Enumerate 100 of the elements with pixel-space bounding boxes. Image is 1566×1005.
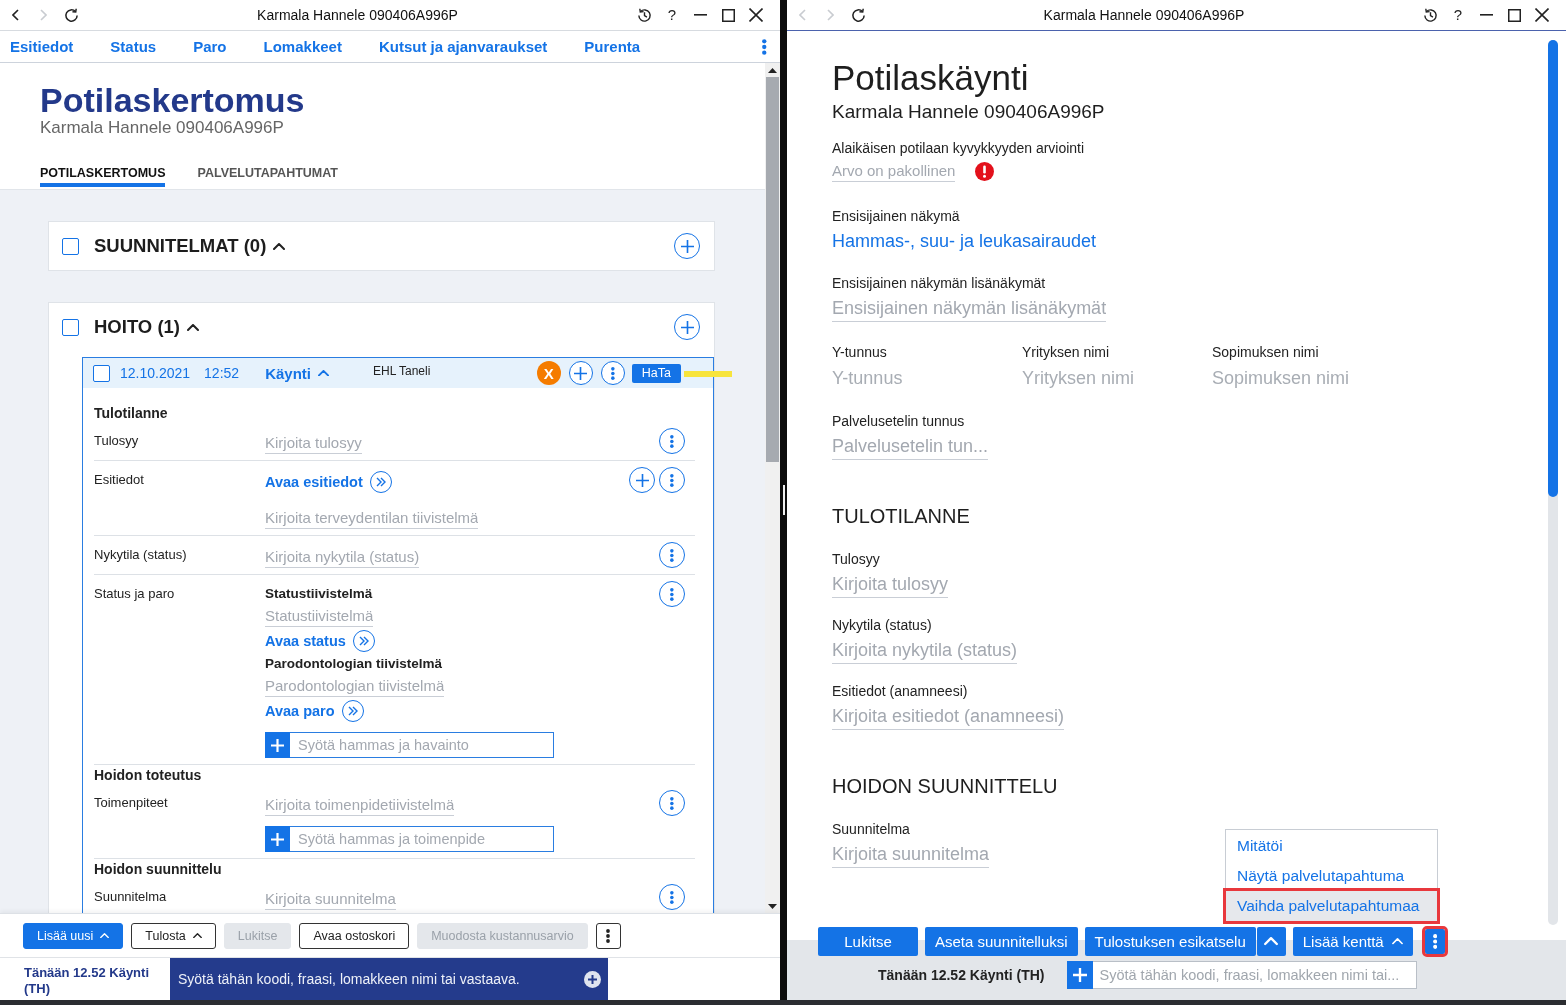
scroll-up-icon[interactable] xyxy=(768,68,777,73)
open-link[interactable]: Avaa esitiedot xyxy=(265,474,363,490)
text-field[interactable]: Palvelusetelin tun... xyxy=(832,434,989,460)
toolbar-button[interactable]: Tulostuksen esikatselu xyxy=(1084,927,1256,956)
back-icon[interactable] xyxy=(11,9,19,21)
add-button[interactable] xyxy=(674,314,700,340)
subheading: Statustiivistelmä xyxy=(265,585,373,602)
minimize-icon[interactable] xyxy=(1479,14,1493,16)
plus-icon xyxy=(1072,968,1087,982)
entry-field[interactable]: Syötä hammas ja toimenpide xyxy=(290,826,554,852)
nav-link[interactable]: Esitiedot xyxy=(10,38,74,55)
scrollbar-thumb[interactable] xyxy=(1548,40,1558,497)
add-button[interactable] xyxy=(265,826,290,852)
nav-link[interactable]: Paro xyxy=(193,38,227,55)
nav-link[interactable]: Lomakkeet xyxy=(263,38,342,55)
open-button[interactable] xyxy=(352,630,375,652)
text-field[interactable]: Statustiivistelmä xyxy=(265,605,374,627)
toolbar-button[interactable]: Lisää uusi xyxy=(23,922,124,949)
caret-icon[interactable] xyxy=(273,242,286,250)
field-label: Tulosyy xyxy=(832,550,880,569)
text-field[interactable]: Ensisijainen näkymän lisänäkymät xyxy=(832,296,1107,322)
dropdown-button[interactable] xyxy=(1256,927,1286,956)
history-icon[interactable] xyxy=(636,7,652,23)
entry-field[interactable]: Syötä hammas ja havainto xyxy=(290,732,554,758)
help-button[interactable]: ? xyxy=(1453,6,1463,24)
reload-icon[interactable] xyxy=(63,7,79,23)
close-icon[interactable] xyxy=(749,8,763,22)
row-label: Status ja paro xyxy=(94,585,175,603)
text-field[interactable]: Kirjoita toimenpidetiivistelmä xyxy=(265,794,455,816)
open-button[interactable] xyxy=(369,471,392,493)
text-field[interactable]: Kirjoita tulosyy xyxy=(265,432,362,454)
maximize-icon[interactable] xyxy=(1507,8,1521,22)
marker-icon xyxy=(684,371,732,377)
text-field[interactable]: Kirjoita nykytila (status) xyxy=(832,638,1018,664)
text-field[interactable]: Yrityksen nimi xyxy=(1022,365,1135,391)
caret-icon xyxy=(1391,938,1403,945)
field-label: Sopimuksen nimi xyxy=(1212,343,1319,362)
text-field[interactable]: Sopimuksen nimi xyxy=(1212,365,1350,391)
reload-icon[interactable] xyxy=(850,7,866,23)
visit-type[interactable]: Käynti xyxy=(265,364,311,382)
row-label: Esitiedot xyxy=(94,471,144,489)
more-icon[interactable] xyxy=(762,38,767,55)
toolbar-button[interactable]: Lukitse xyxy=(818,927,918,956)
add-button[interactable] xyxy=(674,233,700,259)
scrollbar[interactable] xyxy=(765,63,780,913)
text-field[interactable]: Kirjoita esitiedot (anamneesi) xyxy=(832,704,1065,730)
history-icon[interactable] xyxy=(1422,7,1438,23)
more-button[interactable] xyxy=(595,922,621,949)
status-tag: HaTa xyxy=(631,363,681,383)
caret-icon[interactable] xyxy=(187,323,199,331)
group-title: Hoidon suunnittelu xyxy=(94,861,222,878)
checkbox[interactable] xyxy=(93,364,110,382)
add-icon[interactable] xyxy=(584,971,601,988)
help-button[interactable]: ? xyxy=(667,6,677,24)
row-label: Toimenpiteet xyxy=(94,794,168,812)
open-link[interactable]: Avaa status xyxy=(265,633,346,649)
menu-item[interactable]: Vaihda palvelutapahtumaa xyxy=(1226,891,1437,921)
nav-link[interactable]: Purenta xyxy=(584,38,641,55)
add-button[interactable] xyxy=(629,467,655,493)
field-value[interactable]: Hammas-, suu- ja leukasairaudet xyxy=(832,229,1097,253)
field-label: Yrityksen nimi xyxy=(1022,343,1110,362)
close-icon[interactable] xyxy=(1535,8,1549,22)
open-link[interactable]: Avaa paro xyxy=(265,703,335,719)
nav-link[interactable]: Status xyxy=(110,38,157,55)
scroll-down-icon[interactable] xyxy=(768,904,777,909)
text-field[interactable]: Kirjoita nykytila (status) xyxy=(265,546,420,568)
toolbar-button[interactable]: Avaa ostoskori xyxy=(299,922,410,949)
text-field[interactable]: Y-tunnus xyxy=(832,365,903,391)
command-field[interactable]: Syötä tähän koodi, fraasi, lomakkeen nimi tai vastaava. xyxy=(170,958,608,1000)
add-button[interactable] xyxy=(265,732,290,758)
tab[interactable]: POTILASKERTOMUS xyxy=(40,166,166,187)
text-field[interactable]: Kirjoita terveydentilan tiivistelmä xyxy=(265,507,479,529)
more-icon xyxy=(610,366,615,380)
checkbox[interactable] xyxy=(62,318,79,336)
splitter-handle[interactable] xyxy=(782,485,785,515)
text-field[interactable]: Arvo on pakollinen xyxy=(832,160,956,182)
text-field[interactable]: Kirjoita suunnitelma xyxy=(832,842,990,868)
text-field[interactable]: Kirjoita suunnitelma xyxy=(265,888,396,910)
checkbox[interactable] xyxy=(62,237,79,255)
toolbar-button[interactable]: Lisää kenttä xyxy=(1292,927,1413,956)
nav-link[interactable]: Kutsut ja ajanvaraukset xyxy=(378,38,548,55)
scrollbar[interactable] xyxy=(1548,40,1558,925)
more-icon xyxy=(670,796,674,810)
maximize-icon[interactable] xyxy=(721,8,735,22)
text-field[interactable]: Parodontologian tiivistelmä xyxy=(265,675,445,697)
toolbar-button[interactable]: Tulosta xyxy=(131,922,216,949)
text-field[interactable]: Kirjoita tulosyy xyxy=(832,572,949,598)
plus-icon xyxy=(635,473,649,487)
toolbar-button[interactable]: Aseta suunnitelluksi xyxy=(925,927,1078,956)
add-button[interactable] xyxy=(1066,961,1093,989)
scrollbar-thumb[interactable] xyxy=(766,77,779,462)
add-button[interactable] xyxy=(568,361,593,385)
plus-icon xyxy=(574,366,588,380)
group-title: Hoidon toteutus xyxy=(94,767,202,784)
field-label: Esitiedot (anamneesi) xyxy=(832,682,968,701)
tab[interactable]: PALVELUTAPAHTUMAT xyxy=(197,166,338,187)
open-button[interactable] xyxy=(341,700,364,722)
minimize-icon[interactable] xyxy=(693,14,707,16)
command-field[interactable]: Syötä tähän koodi, fraasi, lomakkeen nimi tai... xyxy=(1092,961,1417,989)
double-chevron-icon xyxy=(347,706,358,716)
